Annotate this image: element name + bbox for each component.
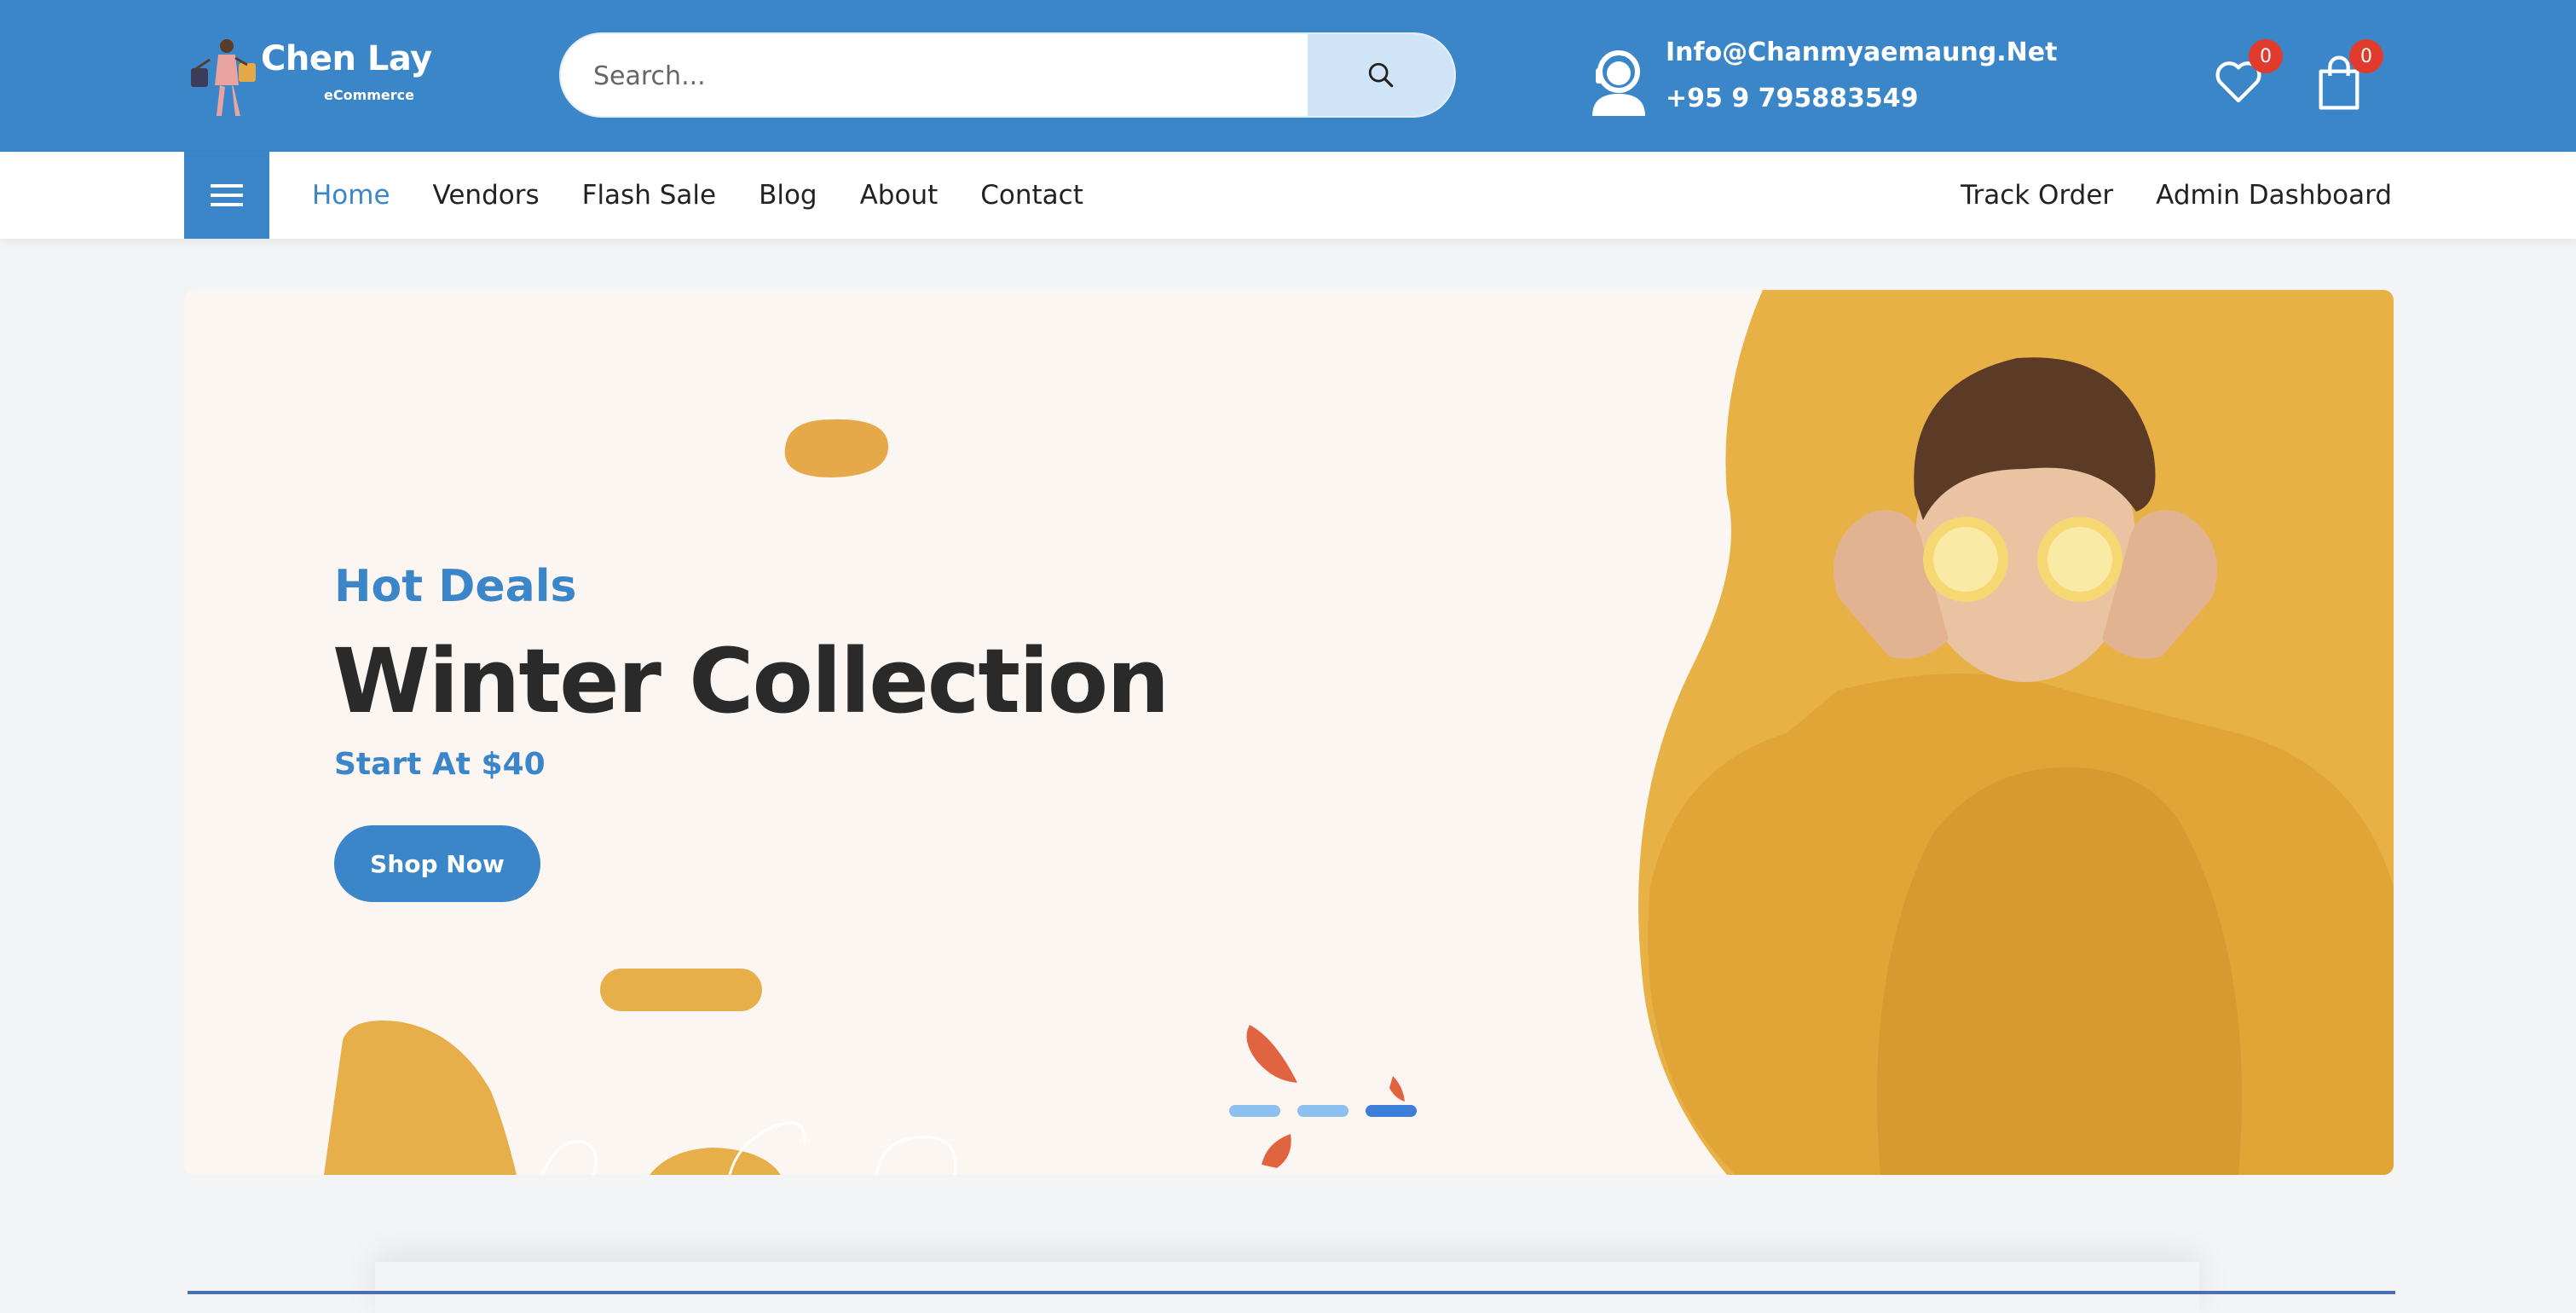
hero-eyebrow: Hot Deals	[334, 561, 577, 612]
support-agent-icon	[1592, 50, 1645, 116]
cart-button[interactable]: 0	[2312, 39, 2383, 113]
nav-link-blog[interactable]: Blog	[759, 180, 817, 211]
search-input[interactable]	[592, 34, 1294, 116]
brand-tagline: eCommerce	[324, 87, 415, 103]
nav-link-contact[interactable]: Contact	[980, 180, 1083, 211]
search-bar	[559, 32, 1456, 118]
wishlist-button[interactable]: 0	[2211, 39, 2283, 107]
slider-dot[interactable]	[1297, 1105, 1349, 1117]
hero-price: Start At $40	[334, 747, 546, 782]
search-button[interactable]	[1308, 34, 1454, 116]
hero-title: Winter Collection	[332, 629, 1170, 733]
brand-name: Chen Lay	[261, 39, 432, 78]
contact-phone[interactable]: +95 9 795883549	[1666, 84, 1919, 113]
nav-link-flash-sale[interactable]: Flash Sale	[582, 180, 716, 211]
wishlist-count-badge: 0	[2249, 39, 2283, 73]
cart-count-badge: 0	[2349, 39, 2383, 73]
next-section-shadow	[375, 1262, 2199, 1313]
top-header: Chen Lay eCommerce Info@Chanmyaemaung.Ne…	[0, 0, 2576, 152]
track-order-link[interactable]: Track Order	[1961, 180, 2113, 211]
nav-links: Home Vendors Flash Sale Blog About Conta…	[312, 152, 1083, 239]
shopper-logo-icon	[191, 39, 256, 116]
nav-link-about[interactable]: About	[860, 180, 939, 211]
slider-dot[interactable]	[1229, 1105, 1280, 1117]
hero-banner: Hot Deals Winter Collection Start At $40…	[184, 290, 2394, 1175]
nav-link-home[interactable]: Home	[312, 180, 390, 211]
hero-model-image	[1638, 290, 2394, 1175]
search-icon	[1368, 62, 1394, 88]
slider-dots	[1229, 1105, 1417, 1117]
slider-dot-active[interactable]	[1366, 1105, 1417, 1117]
next-section-edge	[188, 1291, 2395, 1294]
nav-link-vendors[interactable]: Vendors	[433, 180, 540, 211]
shop-now-button[interactable]: Shop Now	[334, 825, 540, 902]
nav-right-links: Track Order Admin Dashboard	[1961, 152, 2392, 239]
hamburger-icon	[211, 184, 243, 206]
admin-dashboard-link[interactable]: Admin Dashboard	[2156, 180, 2392, 211]
contact-email[interactable]: Info@Chanmyaemaung.Net	[1666, 38, 2057, 67]
category-menu-button[interactable]	[184, 152, 269, 239]
main-nav: Home Vendors Flash Sale Blog About Conta…	[0, 152, 2576, 239]
